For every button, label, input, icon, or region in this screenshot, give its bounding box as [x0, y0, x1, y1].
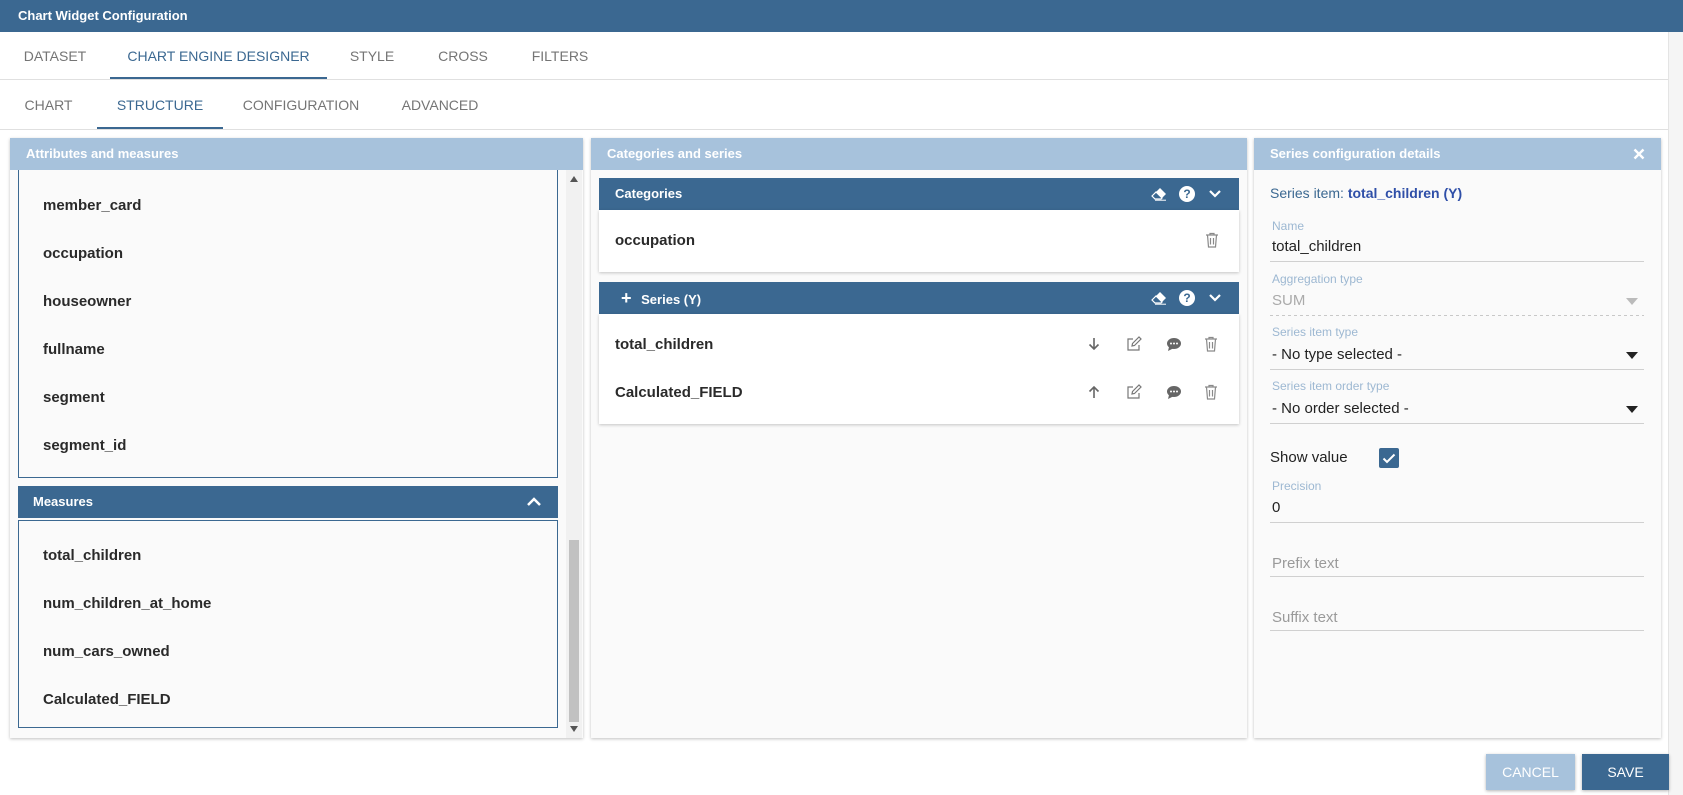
- scrollbar[interactable]: [566, 170, 582, 738]
- tab-advanced[interactable]: ADVANCED: [379, 80, 501, 129]
- details-title-text: Series configuration details: [1270, 146, 1441, 161]
- series-title: Series (Y): [641, 292, 702, 307]
- order-type-select[interactable]: - No order selected -: [1272, 400, 1409, 417]
- show-value-checkbox[interactable]: [1379, 448, 1399, 468]
- attribute-item[interactable]: occupation: [43, 245, 123, 262]
- series-item-prefix: Series item:: [1270, 185, 1344, 201]
- attributes-panel: Attributes and measures member_card occu…: [10, 138, 583, 738]
- measures-header[interactable]: Measures: [18, 486, 558, 518]
- attributes-panel-title: Attributes and measures: [10, 138, 583, 170]
- measure-item[interactable]: Calculated_FIELD: [43, 691, 171, 708]
- categories-panel: Categories and series Categories ? occup…: [591, 138, 1247, 738]
- attribute-item[interactable]: segment: [43, 389, 105, 406]
- categories-card: occupation: [599, 210, 1239, 272]
- details-panel: Series configuration details Series item…: [1254, 138, 1661, 738]
- category-item[interactable]: occupation: [615, 232, 695, 249]
- window-scrollbar[interactable]: [1668, 32, 1683, 795]
- tab-cross[interactable]: CROSS: [417, 32, 509, 79]
- series-item[interactable]: total_children: [615, 336, 713, 353]
- series-header: + Series (Y) ?: [599, 282, 1239, 314]
- details-panel-title: Series configuration details: [1254, 138, 1661, 170]
- name-underline: [1270, 261, 1644, 262]
- caret-down-icon[interactable]: [1626, 351, 1638, 359]
- series-item[interactable]: Calculated_FIELD: [615, 384, 743, 401]
- sub-tabs: CHART STRUCTURE CONFIGURATION ADVANCED: [0, 80, 1683, 130]
- tab-structure[interactable]: STRUCTURE: [97, 80, 223, 129]
- attribute-item[interactable]: fullname: [43, 341, 105, 358]
- chevron-down-icon[interactable]: [1207, 290, 1223, 306]
- help-icon[interactable]: ?: [1179, 290, 1195, 306]
- comment-icon[interactable]: [1165, 383, 1183, 401]
- eraser-icon[interactable]: [1151, 186, 1167, 202]
- item-type-underline: [1270, 369, 1644, 370]
- arrow-down-icon[interactable]: [1086, 335, 1102, 353]
- aggregation-label: Aggregation type: [1272, 272, 1363, 286]
- help-icon[interactable]: ?: [1179, 186, 1195, 202]
- tab-dataset[interactable]: DATASET: [0, 32, 110, 79]
- prefix-input[interactable]: Prefix text: [1272, 555, 1339, 572]
- categories-panel-title: Categories and series: [591, 138, 1247, 170]
- categories-title: Categories: [615, 186, 683, 201]
- main-tabs: DATASET CHART ENGINE DESIGNER STYLE CROS…: [0, 32, 1683, 80]
- suffix-underline: [1270, 630, 1644, 631]
- suffix-input[interactable]: Suffix text: [1272, 609, 1338, 626]
- tab-chart-engine-designer[interactable]: CHART ENGINE DESIGNER: [110, 32, 327, 79]
- show-value-label: Show value: [1270, 449, 1348, 466]
- tab-configuration[interactable]: CONFIGURATION: [223, 80, 379, 129]
- measures-list: total_children num_children_at_home num_…: [18, 520, 558, 728]
- scroll-thumb[interactable]: [569, 540, 579, 722]
- attribute-item[interactable]: segment_id: [43, 437, 126, 454]
- chevron-up-icon[interactable]: [526, 494, 542, 510]
- close-icon[interactable]: [1631, 146, 1647, 162]
- name-input[interactable]: total_children: [1272, 238, 1361, 255]
- measure-item[interactable]: total_children: [43, 547, 141, 564]
- tab-chart[interactable]: CHART: [0, 80, 97, 129]
- order-type-underline: [1270, 423, 1644, 424]
- chevron-down-icon[interactable]: [1207, 186, 1223, 202]
- item-type-select[interactable]: - No type selected -: [1272, 346, 1402, 363]
- attribute-item[interactable]: member_card: [43, 197, 141, 214]
- precision-input[interactable]: 0: [1272, 499, 1280, 516]
- order-type-label: Series item order type: [1272, 379, 1390, 393]
- measure-item[interactable]: num_cars_owned: [43, 643, 170, 660]
- measures-title: Measures: [33, 494, 93, 509]
- trash-icon[interactable]: [1204, 335, 1218, 353]
- scroll-up-icon[interactable]: [570, 176, 578, 182]
- attribute-item[interactable]: houseowner: [43, 293, 131, 310]
- name-label: Name: [1272, 219, 1305, 233]
- series-item-value: total_children (Y): [1347, 185, 1463, 201]
- edit-icon[interactable]: [1125, 383, 1143, 401]
- precision-label: Precision: [1272, 479, 1322, 493]
- plus-icon[interactable]: +: [621, 288, 632, 308]
- eraser-icon[interactable]: [1151, 290, 1167, 306]
- edit-icon[interactable]: [1125, 335, 1143, 353]
- precision-underline: [1270, 522, 1644, 523]
- aggregation-select: SUM: [1272, 292, 1306, 309]
- trash-icon[interactable]: [1204, 383, 1218, 401]
- prefix-underline: [1270, 576, 1644, 577]
- caret-down-icon: [1626, 297, 1638, 305]
- save-button[interactable]: SAVE: [1582, 754, 1669, 790]
- window-title: Chart Widget Configuration: [0, 0, 1683, 32]
- tab-filters[interactable]: FILTERS: [509, 32, 611, 79]
- aggregation-underline: [1270, 315, 1644, 316]
- cancel-button[interactable]: CANCEL: [1486, 754, 1575, 790]
- series-card: total_children Calculated_FIELD: [599, 314, 1239, 424]
- scroll-down-icon[interactable]: [570, 726, 578, 732]
- caret-down-icon[interactable]: [1626, 405, 1638, 413]
- categories-header: Categories ?: [599, 178, 1239, 210]
- item-type-label: Series item type: [1272, 325, 1359, 339]
- comment-icon[interactable]: [1165, 335, 1183, 353]
- measure-item[interactable]: num_children_at_home: [43, 595, 211, 612]
- attributes-list: member_card occupation houseowner fullna…: [18, 170, 558, 478]
- arrow-up-icon[interactable]: [1086, 383, 1102, 401]
- trash-icon[interactable]: [1205, 232, 1219, 248]
- series-item-info: Series item: total_children (Y): [1270, 185, 1462, 201]
- tab-style[interactable]: STYLE: [327, 32, 417, 79]
